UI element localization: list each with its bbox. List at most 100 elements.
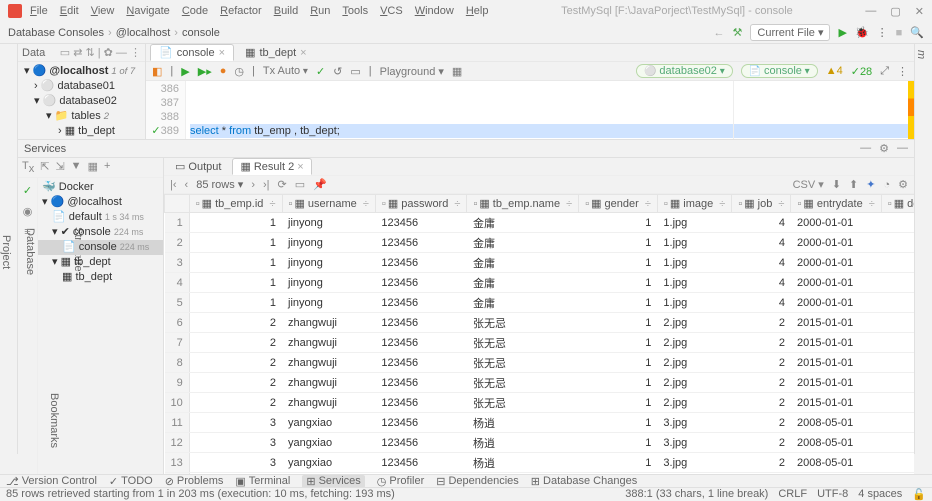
profiler-tool[interactable]: ◷ Profiler xyxy=(377,475,424,488)
db-2[interactable]: ▾ ⚪ database02 xyxy=(20,94,143,109)
services-tool[interactable]: ⊞ Services xyxy=(302,475,364,488)
svc-tbdept[interactable]: ▾ ▦ tb_dept xyxy=(38,255,163,270)
col-image[interactable]: ▫▦ image ÷ xyxy=(657,195,731,213)
dbchanges-tool[interactable]: ⊞ Database Changes xyxy=(531,475,637,488)
run-button[interactable]: ▶ xyxy=(838,26,846,39)
table-row[interactable]: 92zhangwuji123456张无忌12.jpg22015-01-01220… xyxy=(165,373,915,393)
tab-output[interactable]: ▭ Output xyxy=(168,159,228,174)
result-grid[interactable]: ▫▦ tb_emp.id ÷▫▦ username ÷▫▦ password ÷… xyxy=(164,194,914,474)
caret-pos[interactable]: 388:1 (33 chars, 1 line break) xyxy=(625,488,768,501)
debug-button[interactable]: 🐞 xyxy=(855,26,869,39)
menu-edit[interactable]: Edit xyxy=(60,5,79,17)
menu-window[interactable]: Window xyxy=(415,5,454,17)
menu-build[interactable]: Build xyxy=(274,5,298,17)
col-job[interactable]: ▫▦ job ÷ xyxy=(732,195,791,213)
close-icon[interactable]: × xyxy=(300,47,306,59)
bolt-icon[interactable]: ◉ xyxy=(23,205,33,218)
svc-docker[interactable]: 🐳 Docker xyxy=(38,180,163,195)
tables-folder[interactable]: ▾ 📁 tables 2 xyxy=(20,109,143,124)
warnings-badge[interactable]: ▲4 xyxy=(826,65,843,77)
m-tool[interactable]: m xyxy=(915,50,927,454)
menu-view[interactable]: View xyxy=(91,5,115,17)
grid-icon[interactable]: ▦ xyxy=(452,65,462,78)
svc-tbdept-child[interactable]: ▦ tb_dept xyxy=(38,270,163,285)
hide-icon[interactable]: — xyxy=(897,142,908,155)
table-row[interactable]: 82zhangwuji123456张无忌12.jpg22015-01-01220… xyxy=(165,353,915,373)
col-dept_id[interactable]: ▫▦ dept_id ÷ xyxy=(881,195,914,213)
add-row-icon[interactable]: ▭ xyxy=(295,178,305,191)
menu-code[interactable]: Code xyxy=(182,5,208,17)
tab-result[interactable]: ▦ Result 2 × xyxy=(232,158,311,175)
schema-pill[interactable]: ⚪ database02 ▾ xyxy=(636,64,733,78)
sql-editor[interactable]: 386387388✓389 select * from tb_emp , tb_… xyxy=(146,81,914,139)
crumb-1[interactable]: Database Consoles xyxy=(8,27,104,39)
table-row[interactable]: 113yangxiao123456杨逍13.jpg22008-05-012202… xyxy=(165,413,915,433)
table-row[interactable]: 123yangxiao123456杨逍13.jpg22008-05-012202… xyxy=(165,433,915,453)
deps-tool[interactable]: ⊟ Dependencies xyxy=(436,475,519,488)
close-icon[interactable]: × xyxy=(219,47,225,59)
table-row[interactable]: 41jinyong123456金庸11.jpg42000-01-0122024-… xyxy=(165,273,915,293)
menu-help[interactable]: Help xyxy=(466,5,489,17)
check-icon[interactable]: ✓ xyxy=(23,184,32,197)
commit-icon[interactable]: ✓ xyxy=(316,65,325,78)
more-run-icon[interactable]: ⋮ xyxy=(877,26,888,39)
tx-mode[interactable]: Tx Auto ▾ xyxy=(263,65,308,77)
table-row[interactable]: 21jinyong123456金庸11.jpg42000-01-0122024-… xyxy=(165,233,915,253)
expand-icon[interactable]: ⇱ xyxy=(40,160,49,175)
col-entrydate[interactable]: ▫▦ entrydate ÷ xyxy=(791,195,881,213)
crumb-2[interactable]: @localhost xyxy=(116,27,171,39)
svc-console[interactable]: ▾ ✔ console 224 ms xyxy=(38,225,163,240)
rows-count[interactable]: 85 rows ▾ xyxy=(196,178,243,191)
menu-run[interactable]: Run xyxy=(310,5,330,17)
db-host[interactable]: ▾ 🔵 @localhost 1 of 7 xyxy=(20,64,143,79)
reload-icon[interactable]: ⟳ xyxy=(278,178,287,191)
query-icon[interactable]: ◧ xyxy=(152,65,162,78)
last-page-icon[interactable]: ›| xyxy=(263,179,270,191)
crumb-3[interactable]: console xyxy=(182,27,220,39)
table-dept[interactable]: › ▦ tb_dept xyxy=(20,124,143,139)
collapse-icon[interactable]: ⇲ xyxy=(55,160,64,175)
menu-file[interactable]: File xyxy=(30,5,48,17)
filter-icon[interactable]: ▼ xyxy=(71,160,82,175)
menu-navigate[interactable]: Navigate xyxy=(126,5,169,17)
playground-select[interactable]: Playground ▾ xyxy=(380,65,444,78)
export-format[interactable]: CSV ▾ xyxy=(793,178,824,191)
table-row[interactable]: 62zhangwuji123456张无忌12.jpg22015-01-01220… xyxy=(165,313,915,333)
readonly-icon[interactable]: 🔓 xyxy=(912,488,926,501)
execute-plan-button[interactable]: ▶▸ xyxy=(198,65,212,78)
project-tool[interactable]: Project xyxy=(0,50,12,454)
col-tb_emp-id[interactable]: ▫▦ tb_emp.id ÷ xyxy=(189,195,282,213)
close-icon[interactable]: ✕ xyxy=(915,5,924,18)
settings-icon[interactable]: ⚙ xyxy=(898,178,908,191)
download-icon[interactable]: ⬇ xyxy=(832,178,841,191)
layers-icon[interactable]: ≡ xyxy=(24,226,30,238)
hammer-icon[interactable]: ⚒ xyxy=(733,26,743,39)
rollback-icon[interactable]: ↺ xyxy=(333,65,342,78)
vc-tool[interactable]: ⎇ Version Control xyxy=(6,475,97,488)
next-page-icon[interactable]: › xyxy=(251,179,255,191)
svc-default[interactable]: 📄 default 1 s 34 ms xyxy=(38,210,163,225)
todo-tool[interactable]: ✓ TODO xyxy=(109,475,153,488)
minimize-icon[interactable]: — xyxy=(865,5,876,18)
col-gender[interactable]: ▫▦ gender ÷ xyxy=(579,195,658,213)
execute-button[interactable]: ▶ xyxy=(181,65,189,78)
cancel-icon[interactable]: ▭ xyxy=(350,65,360,78)
group-icon[interactable]: ▦ xyxy=(88,160,98,175)
problems-tool[interactable]: ⊘ Problems xyxy=(165,475,224,488)
encoding[interactable]: UTF-8 xyxy=(817,488,848,501)
maximize-icon[interactable]: ▢ xyxy=(890,5,900,18)
table-row[interactable]: 102zhangwuji123456张无忌12.jpg22015-01-0122… xyxy=(165,393,915,413)
table-row[interactable]: 11jinyong123456金庸11.jpg42000-01-0122024-… xyxy=(165,213,915,233)
col-username[interactable]: ▫▦ username ÷ xyxy=(282,195,375,213)
chart-icon[interactable]: ◔ xyxy=(883,179,890,191)
menu-refactor[interactable]: Refactor xyxy=(220,5,262,17)
menu-vcs[interactable]: VCS xyxy=(380,5,403,17)
svc-console-child[interactable]: 📄 console 224 ms xyxy=(38,240,163,255)
console-pill[interactable]: 📄 console ▾ xyxy=(741,64,818,78)
terminal-tool[interactable]: ▣ Terminal xyxy=(235,475,290,488)
table-row[interactable]: 31jinyong123456金庸11.jpg42000-01-0122024-… xyxy=(165,253,915,273)
col-tb_emp-name[interactable]: ▫▦ tb_emp.name ÷ xyxy=(467,195,579,213)
pin-icon[interactable]: 📌 xyxy=(313,178,327,191)
db-toolbar-icons[interactable]: ▭ ⇄ ⇅ | ✿ — ⋮ xyxy=(60,46,141,59)
expand-icon[interactable]: ⤢ xyxy=(880,65,889,78)
